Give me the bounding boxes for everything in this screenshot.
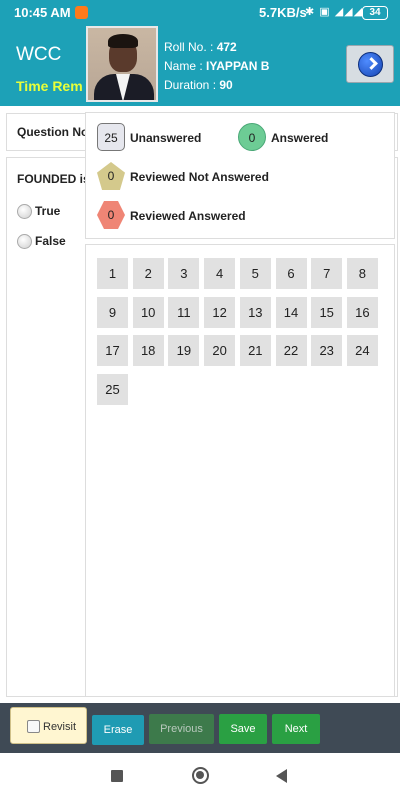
- palette-toggle-button[interactable]: [346, 45, 394, 83]
- question-number-button[interactable]: 16: [346, 296, 378, 328]
- question-number-button[interactable]: 12: [204, 296, 236, 328]
- question-number-button[interactable]: 5: [239, 258, 271, 289]
- option-true[interactable]: True: [17, 204, 60, 220]
- question-number-button[interactable]: 21: [239, 335, 271, 366]
- candidate-info: Roll No. : 472 Name : IYAPPAN B Duration…: [164, 38, 269, 95]
- status-legend: 25 Unanswered 0 Answered 0 Reviewed Not …: [85, 112, 395, 239]
- notification-icon: [75, 6, 88, 19]
- reviewed-answered-badge: 0: [97, 201, 125, 229]
- revisit-label: Revisit: [43, 721, 77, 733]
- unanswered-label: Unanswered: [130, 131, 202, 145]
- question-number-button[interactable]: 10: [132, 296, 164, 328]
- duration-value: 90: [219, 78, 233, 92]
- question-number-button[interactable]: 18: [132, 335, 164, 366]
- question-number-button[interactable]: 22: [275, 335, 307, 366]
- question-number-button[interactable]: 13: [239, 296, 271, 328]
- checkbox-icon[interactable]: [27, 720, 40, 733]
- signal-icons: ✱ ▣ ◢◢◢: [305, 6, 364, 18]
- question-number-button[interactable]: 8: [346, 258, 378, 289]
- question-number-button[interactable]: 2: [132, 258, 164, 289]
- question-number-button[interactable]: 20: [204, 335, 236, 366]
- system-nav-bar: [0, 753, 400, 800]
- question-number-button[interactable]: 7: [311, 258, 343, 289]
- question-number-button[interactable]: 24: [346, 335, 378, 366]
- question-number-button[interactable]: 11: [168, 296, 200, 328]
- revisit-checkbox[interactable]: Revisit: [10, 707, 87, 744]
- time-remaining-label: Time Rem: [16, 78, 83, 94]
- question-number-label: Question No: [17, 125, 89, 139]
- recents-icon[interactable]: [111, 770, 123, 782]
- question-number-button[interactable]: 6: [275, 258, 307, 289]
- question-number-button[interactable]: 23: [311, 335, 343, 366]
- action-toolbar: Revisit Erase Previous Save Next: [0, 703, 400, 753]
- reviewed-answered-label: Reviewed Answered: [130, 209, 246, 223]
- roll-number-row: Roll No. : 472: [164, 40, 237, 54]
- status-time: 10:45 AM: [14, 5, 71, 20]
- candidate-name: IYAPPAN B: [206, 59, 270, 73]
- back-icon[interactable]: [276, 769, 287, 783]
- battery-icon: 34: [362, 6, 388, 20]
- reviewed-not-answered-badge: 0: [97, 162, 125, 190]
- brand-title: WCC: [16, 44, 62, 65]
- question-number-button[interactable]: 15: [311, 296, 343, 328]
- question-number-button[interactable]: 17: [97, 335, 128, 366]
- next-button[interactable]: Next: [272, 714, 320, 744]
- question-number-button[interactable]: 14: [275, 296, 307, 328]
- question-number-button[interactable]: 19: [168, 335, 200, 366]
- reviewed-not-answered-label: Reviewed Not Answered: [130, 170, 269, 184]
- status-bar: 10:45 AM 5.7KB/s ✱ ▣ ◢◢◢ 34: [0, 0, 400, 26]
- name-row: Name : IYAPPAN B: [164, 59, 270, 73]
- roll-number: 472: [216, 40, 237, 54]
- radio-icon[interactable]: [17, 204, 32, 220]
- exam-header: WCC Time Rem Roll No. : 472 Name : IYAPP…: [0, 26, 400, 106]
- answered-label: Answered: [271, 131, 329, 145]
- question-number-button[interactable]: 4: [204, 258, 236, 289]
- arrow-right-icon: [358, 52, 383, 77]
- home-icon[interactable]: [192, 767, 209, 784]
- radio-icon[interactable]: [17, 234, 32, 250]
- previous-button[interactable]: Previous: [149, 714, 214, 744]
- duration-row: Duration : 90: [164, 78, 233, 92]
- save-button[interactable]: Save: [219, 714, 267, 744]
- question-number-button[interactable]: 25: [97, 373, 128, 405]
- question-palette: 1 2 3 4 5 6 7 8 9 10 11 12 13 14 15 16 17 18 19 20 21 22 23 24 2…: [85, 244, 395, 697]
- network-speed: 5.7KB/s: [259, 5, 307, 20]
- question-number-button[interactable]: 1: [97, 258, 128, 289]
- candidate-photo: [86, 26, 158, 102]
- question-text: FOUNDED is: [17, 172, 90, 186]
- erase-button[interactable]: Erase: [92, 715, 144, 745]
- question-number-button[interactable]: 9: [97, 296, 128, 328]
- question-number-button[interactable]: 3: [168, 258, 200, 289]
- answered-badge: 0: [238, 123, 266, 151]
- unanswered-badge: 25: [97, 123, 125, 151]
- option-false[interactable]: False: [17, 234, 66, 250]
